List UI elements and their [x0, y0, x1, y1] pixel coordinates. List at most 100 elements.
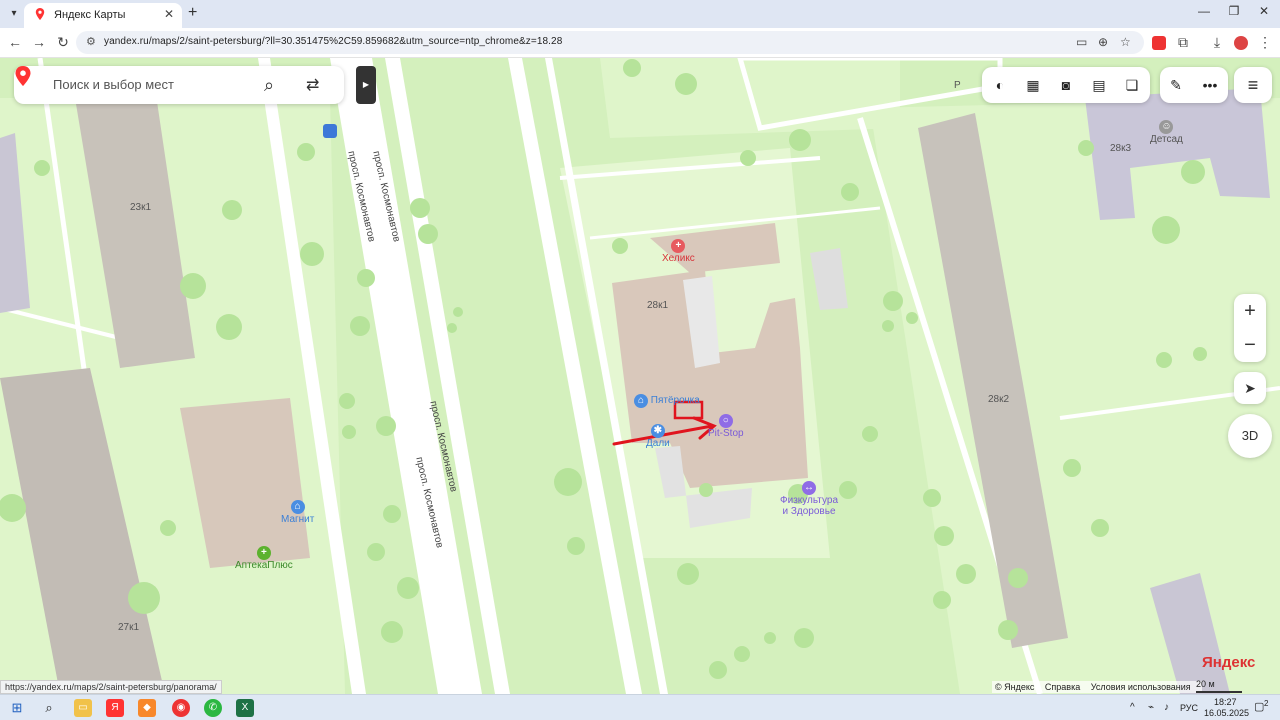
route-icon[interactable]: ⇄ — [306, 75, 319, 95]
status-url: https://yandex.ru/maps/2/saint-petersbur… — [0, 680, 222, 694]
yandex-browser-icon[interactable]: Я — [106, 699, 124, 717]
poi-label: Магнит — [281, 514, 315, 525]
new-tab-button[interactable]: + — [188, 4, 197, 22]
windows-taskbar: ⊞ ⌕ ▭ Я ◆ ◉ ✆ X ^ ⌁ ♪ РУС 18:27 16.05.20… — [0, 694, 1280, 720]
back-button[interactable]: ← — [6, 34, 24, 50]
copyright-bar: © Яндекс Справка Условия использования — [992, 681, 1202, 693]
map-canvas[interactable]: 23к1 28к1 28к2 28к3 27к1 P просп. Космон… — [0, 58, 1280, 694]
close-window-icon[interactable]: ✕ — [1254, 4, 1274, 18]
poi-label: Хеликс — [662, 253, 695, 264]
parking-label: P — [954, 80, 961, 91]
zoom-control: + − — [1234, 294, 1266, 362]
cast-icon[interactable]: ▭ — [1076, 35, 1087, 49]
tab-close-icon[interactable]: ✕ — [164, 7, 174, 21]
site-info-icon[interactable]: ⚙ — [86, 35, 96, 48]
building-label: 27к1 — [118, 622, 140, 633]
poi-label: Детсад — [1150, 134, 1183, 145]
omnibox[interactable]: ⚙ yandex.ru/maps/2/saint-petersburg/?ll=… — [76, 31, 1144, 54]
url-text[interactable]: yandex.ru/maps/2/saint-petersburg/?ll=30… — [104, 36, 562, 47]
search-input[interactable]: Поиск и выбор мест — [53, 77, 174, 92]
poi-magnit[interactable]: ⌂ Магнит — [281, 500, 314, 525]
copyright-text[interactable]: © Яндекс — [995, 682, 1034, 692]
search-icon[interactable]: ⌕ — [264, 75, 274, 96]
search-box[interactable]: Поиск и выбор мест ⌕ ⇄ — [14, 66, 344, 104]
windows-start-icon[interactable]: ⊞ — [8, 699, 26, 717]
yandex-maps-favicon-icon — [35, 8, 45, 20]
building-small — [810, 248, 848, 310]
poi-fizkultura[interactable]: ↔ Физкультура и Здоровье — [780, 481, 838, 517]
map-drawing — [0, 58, 1280, 694]
tab-search-chevron-icon[interactable]: ▾ — [6, 6, 22, 22]
kindergarten-icon: ☺ — [1159, 120, 1174, 134]
zoom-in-button[interactable]: + — [1234, 294, 1266, 328]
location-pin-icon — [15, 66, 31, 86]
youtube-extension-icon[interactable] — [1152, 36, 1166, 50]
panorama-camera-icon[interactable]: ◙ — [1056, 75, 1076, 95]
3d-button[interactable]: 3D — [1228, 414, 1272, 458]
map-style-icon[interactable]: ◐ — [990, 75, 1010, 95]
network-icon[interactable]: ⌁ — [1148, 702, 1154, 713]
poi-label: Физкультура — [780, 495, 839, 506]
layers-icon[interactable]: ❏ — [1122, 75, 1142, 95]
excel-icon[interactable]: X — [236, 699, 254, 717]
paw-icon: ✱ — [650, 424, 665, 438]
poi-label: Pit-Stop — [708, 428, 744, 439]
panorama-toggle-button[interactable]: ▶ — [356, 66, 376, 104]
whatsapp-icon[interactable]: ✆ — [204, 699, 222, 717]
zoom-out-button[interactable]: − — [1234, 328, 1266, 362]
file-explorer-icon[interactable]: ▭ — [74, 699, 92, 717]
poi-label: Пятёрочка — [650, 395, 700, 406]
minimize-icon[interactable]: — — [1194, 4, 1214, 18]
help-link[interactable]: Справка — [1045, 682, 1080, 692]
address-bar-row: ← → ↻ ⚙ yandex.ru/maps/2/saint-petersbur… — [0, 28, 1280, 58]
forward-button[interactable]: → — [30, 34, 48, 50]
download-icon[interactable]: ⤓ — [1208, 34, 1226, 51]
app-icon[interactable]: ◆ — [138, 699, 156, 717]
ruler-icon[interactable]: ✎ — [1166, 75, 1186, 95]
clock-date[interactable]: 16.05.2025 — [1204, 708, 1249, 718]
service-icon: ○ — [718, 414, 733, 428]
poi-label: Дали — [646, 438, 670, 449]
building-label: 28к2 — [988, 394, 1010, 405]
search-icon[interactable]: ⌕ — [40, 699, 58, 717]
poi-pitstop[interactable]: ○ Pit-Stop — [708, 414, 744, 439]
chrome-icon[interactable]: ◉ — [172, 699, 190, 717]
poi-label: АптекаПлюс — [235, 560, 293, 571]
poi-dali[interactable]: ✱ Дали — [646, 424, 670, 449]
my-location-arrow-icon[interactable]: ➤ — [1234, 372, 1266, 404]
bookmark-star-icon[interactable]: ☆ — [1120, 35, 1131, 49]
poi-apteka[interactable]: + АптекаПлюс — [235, 546, 293, 571]
language-indicator[interactable]: РУС — [1180, 703, 1198, 713]
hamburger-menu-icon[interactable]: ≡ — [1234, 67, 1272, 103]
volume-icon[interactable]: ♪ — [1164, 702, 1169, 713]
traffic-icon[interactable]: ▦ — [1023, 75, 1043, 95]
poi-pyaterochka[interactable]: ⌂ Пятёрочка — [634, 394, 700, 408]
notifications-icon[interactable]: ▢ — [1254, 700, 1264, 713]
pharmacy-cross-icon: + — [256, 546, 271, 560]
extensions-puzzle-icon[interactable]: ⧉ — [1174, 34, 1192, 51]
zoom-icon[interactable]: ⊕ — [1098, 35, 1108, 49]
building-label: 28к3 — [1110, 143, 1132, 154]
reload-button[interactable]: ↻ — [54, 34, 72, 51]
map-layers-panel: ◐ ▦ ◙ ▤ ❏ — [982, 67, 1150, 103]
poi-label: и Здоровье — [782, 506, 836, 517]
dumbbell-icon: ↔ — [802, 481, 816, 495]
notification-count: 2 — [1264, 699, 1269, 708]
building-label: 23к1 — [130, 202, 152, 213]
more-icon[interactable]: ••• — [1200, 75, 1220, 95]
medical-cross-icon: + — [671, 239, 686, 253]
poi-detsad[interactable]: ☺ Детсад — [1150, 120, 1183, 145]
profile-avatar[interactable] — [1234, 36, 1248, 50]
transport-bus-icon[interactable]: ▤ — [1089, 75, 1109, 95]
chrome-menu-icon[interactable]: ⋮ — [1256, 34, 1274, 51]
shopping-basket-icon: ⌂ — [634, 394, 648, 408]
browser-tab[interactable]: Яндекс Карты ✕ — [24, 3, 182, 28]
tray-chevron-icon[interactable]: ^ — [1130, 702, 1135, 713]
clock-time[interactable]: 18:27 — [1214, 697, 1237, 707]
map-tools-panel: ✎ ••• — [1160, 67, 1228, 103]
scale-label: 20 м — [1196, 679, 1215, 689]
terms-link[interactable]: Условия использования — [1091, 682, 1191, 692]
poi-heliks[interactable]: + Хеликс — [662, 239, 695, 264]
browser-tabbar: ▾ Яндекс Карты ✕ + — ❐ ✕ — [0, 0, 1280, 28]
restore-icon[interactable]: ❐ — [1224, 4, 1244, 18]
